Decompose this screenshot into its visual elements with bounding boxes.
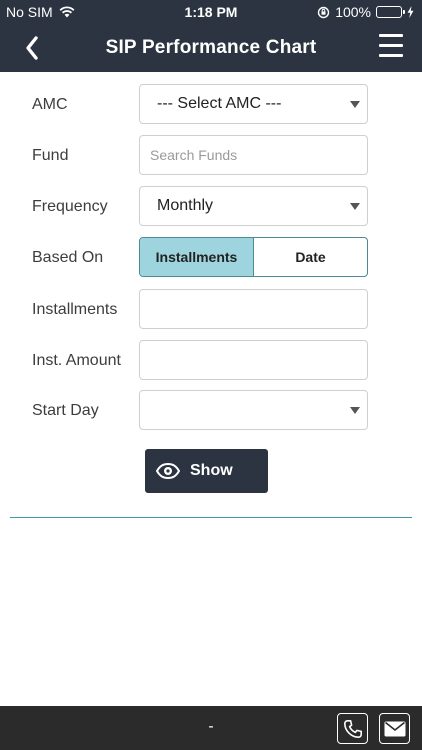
show-button-label: Show: [190, 462, 233, 479]
envelope-icon: [384, 721, 405, 736]
caret-down-icon: [350, 101, 360, 108]
fund-label: Fund: [32, 147, 69, 164]
frequency-label: Frequency: [32, 198, 108, 215]
based-on-toggle: Installments Date: [139, 237, 368, 277]
inst-amount-label: Inst. Amount: [32, 352, 121, 369]
footer-bar: -: [0, 706, 422, 750]
start-day-label: Start Day: [32, 402, 99, 419]
hamburger-icon: [379, 44, 403, 47]
battery-icon: [376, 6, 405, 18]
based-on-label: Based On: [32, 249, 104, 266]
frequency-row: Frequency Monthly: [0, 186, 422, 226]
caret-down-icon: [350, 407, 360, 414]
show-button[interactable]: Show: [145, 449, 268, 493]
orientation-lock-icon: [317, 6, 330, 18]
status-right: 100%: [317, 4, 414, 20]
frequency-select-value: Monthly: [157, 197, 214, 214]
based-on-row: Based On Installments Date: [0, 237, 422, 277]
amc-label: AMC: [32, 96, 68, 113]
email-button[interactable]: [379, 713, 410, 744]
amc-select-value: --- Select AMC ---: [157, 95, 282, 112]
amc-row: AMC --- Select AMC ---: [0, 84, 422, 124]
based-on-date-button[interactable]: Date: [254, 238, 367, 276]
battery-percent: 100%: [335, 4, 371, 20]
eye-icon: [156, 463, 180, 479]
menu-button[interactable]: [379, 34, 405, 62]
start-day-select[interactable]: [139, 390, 368, 430]
page-title: SIP Performance Chart: [105, 37, 317, 58]
installments-row: Installments: [0, 289, 422, 329]
start-day-row: Start Day: [0, 390, 422, 430]
nav-bar: SIP Performance Chart: [0, 28, 422, 68]
fund-search-input[interactable]: Search Funds: [139, 135, 368, 175]
inst-amount-input[interactable]: [139, 340, 368, 380]
caret-down-icon: [350, 203, 360, 210]
installments-input[interactable]: [139, 289, 368, 329]
content-divider: [10, 517, 412, 518]
frequency-select[interactable]: Monthly: [139, 186, 368, 226]
fund-search-placeholder: Search Funds: [150, 147, 238, 163]
fund-row: Fund Search Funds: [0, 135, 422, 175]
app-header: No SIM 1:18 PM 100% SIP Performance Char…: [0, 0, 422, 72]
charging-bolt-icon: [407, 6, 414, 18]
call-button[interactable]: [337, 713, 368, 744]
based-on-installments-button[interactable]: Installments: [140, 238, 254, 276]
amc-select[interactable]: --- Select AMC ---: [139, 84, 368, 124]
phone-icon: [343, 719, 362, 738]
hamburger-icon: [379, 34, 403, 37]
hamburger-icon: [379, 54, 403, 57]
inst-amount-row: Inst. Amount: [0, 340, 422, 380]
installments-label: Installments: [32, 301, 118, 318]
status-bar: No SIM 1:18 PM 100%: [0, 0, 422, 24]
